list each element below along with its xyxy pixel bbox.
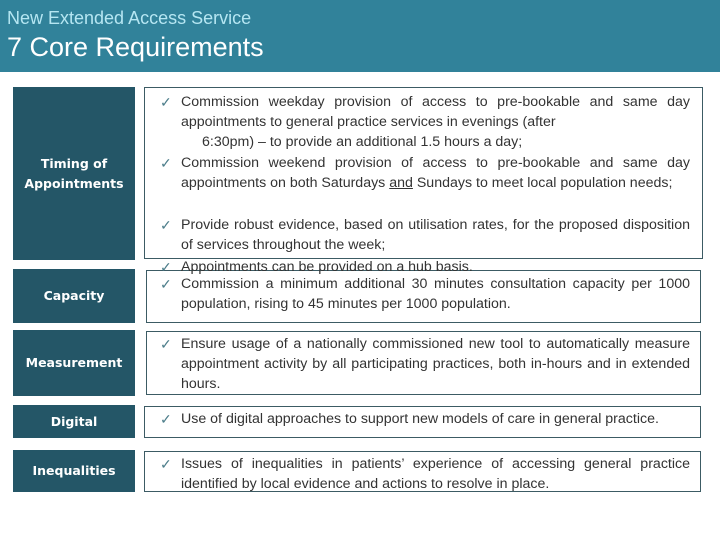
label-line: Timing of <box>40 155 108 171</box>
item-text: Use of digital approaches to support new… <box>181 411 659 427</box>
checkmark-icon: ✓ <box>160 276 172 292</box>
underlined-word: and <box>389 175 413 191</box>
item-text: Commission a minimum additional 30 minut… <box>181 276 690 312</box>
checkmark-icon: ✓ <box>160 336 172 352</box>
header-banner: New Extended Access Service 7 Core Requi… <box>0 0 720 72</box>
label-timing-of-appointments: Timing of Appointments <box>13 87 135 260</box>
item-text: Ensure usage of a nationally commissione… <box>181 336 690 392</box>
item-text: Issues of inequalities in patients’ expe… <box>181 456 690 492</box>
label-digital: Digital <box>13 405 135 438</box>
list-item: ✓ Ensure usage of a nationally commissio… <box>160 334 690 394</box>
item-text: Commission weekend provision of access t… <box>160 153 690 193</box>
checkmark-icon: ✓ <box>160 456 172 472</box>
label-measurement: Measurement <box>13 330 135 396</box>
item-text: Commission weekday provision of access t… <box>181 94 690 130</box>
list-item: ✓ Provide robust evidence, based on util… <box>160 215 690 255</box>
list-item: ✓ Use of digital approaches to support n… <box>160 409 690 429</box>
list-item: ✓ Commission a minimum additional 30 min… <box>160 274 690 314</box>
text-part: Sundays to meet local population needs; <box>412 175 673 191</box>
list-item: ✓ Commission weekday provision of access… <box>160 92 690 152</box>
checkmark-icon: ✓ <box>160 217 172 233</box>
label-capacity: Capacity <box>13 269 135 323</box>
list-item: ✓ Issues of inequalities in patients’ ex… <box>160 454 690 494</box>
item-text: Provide robust evidence, based on utilis… <box>181 217 690 253</box>
item-text: 6:30pm) – to provide an additional 1.5 h… <box>202 134 523 150</box>
label-inequalities: Inequalities <box>13 450 135 492</box>
checkmark-icon: ✓ <box>160 155 172 171</box>
slide-title: 7 Core Requirements <box>7 32 264 62</box>
checkmark-icon: ✓ <box>160 94 172 110</box>
list-item: ✓ Commission weekend provision of access… <box>160 153 690 193</box>
slide-supertitle: New Extended Access Service <box>7 8 252 28</box>
checkmark-icon: ✓ <box>160 411 172 427</box>
label-line: Appointments <box>24 175 124 191</box>
